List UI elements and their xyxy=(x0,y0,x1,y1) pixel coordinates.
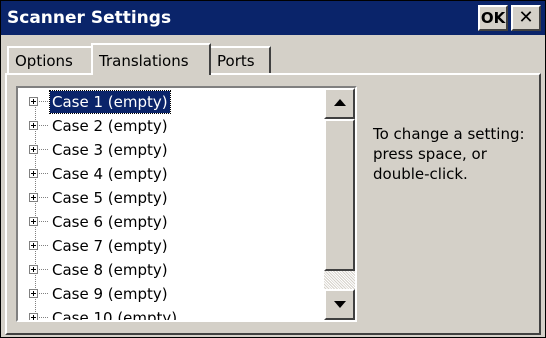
tree-item[interactable]: Case 4 (empty) xyxy=(18,163,324,187)
expand-icon[interactable] xyxy=(29,241,38,250)
close-button[interactable]: ✕ xyxy=(511,5,541,31)
tree-item-label[interactable]: Case 4 (empty) xyxy=(50,163,170,185)
tree-item[interactable]: Case 2 (empty) xyxy=(18,115,324,139)
tab-strip: Options Translations Ports xyxy=(1,35,545,75)
tab-ports-label: Ports xyxy=(217,52,255,70)
scroll-track[interactable] xyxy=(324,271,355,289)
scroll-up-button[interactable] xyxy=(324,88,355,119)
tree-item-label[interactable]: Case 3 (empty) xyxy=(50,139,170,161)
arrow-down-icon xyxy=(334,301,346,308)
tree-branch-line xyxy=(39,197,48,198)
tree-branch-line xyxy=(39,149,48,150)
tab-ports[interactable]: Ports xyxy=(209,46,271,73)
expand-icon[interactable] xyxy=(29,169,38,178)
expand-icon[interactable] xyxy=(29,121,38,130)
window-title: Scanner Settings xyxy=(7,8,172,28)
tree-item-label[interactable]: Case 8 (empty) xyxy=(50,259,170,281)
tree-item[interactable]: Case 7 (empty) xyxy=(18,235,324,259)
tree-item-label[interactable]: Case 6 (empty) xyxy=(50,211,170,233)
tree-item-label[interactable]: Case 9 (empty) xyxy=(50,283,170,305)
tree-branch-line xyxy=(39,101,48,102)
tree-item[interactable]: Case 1 (empty) xyxy=(18,90,324,115)
tree-branch-line xyxy=(39,269,48,270)
expand-icon[interactable] xyxy=(29,97,38,106)
expand-icon[interactable] xyxy=(29,145,38,154)
arrow-up-icon xyxy=(334,99,346,106)
tree-branch-line xyxy=(39,173,48,174)
tree-branch-line xyxy=(39,245,48,246)
scroll-thumb[interactable] xyxy=(324,119,355,271)
ok-button[interactable]: OK xyxy=(478,5,508,31)
tab-translations-label: Translations xyxy=(99,52,189,70)
tab-options-label: Options xyxy=(15,52,73,70)
vertical-scrollbar[interactable] xyxy=(324,88,355,320)
expand-icon[interactable] xyxy=(29,265,38,274)
tree-item[interactable]: Case 3 (empty) xyxy=(18,139,324,163)
tab-options[interactable]: Options xyxy=(7,46,93,73)
expand-icon[interactable] xyxy=(29,289,38,298)
tree-item-label[interactable]: Case 10 (empty) xyxy=(50,307,179,320)
help-text: To change a setting: press space, or dou… xyxy=(373,125,525,183)
tree-item[interactable]: Case 10 (empty) xyxy=(18,307,324,320)
tree-item[interactable]: Case 8 (empty) xyxy=(18,259,324,283)
translation-tree[interactable]: Case 1 (empty) Case 2 (empty) Case 3 (em… xyxy=(16,86,357,322)
tree-content: Case 1 (empty) Case 2 (empty) Case 3 (em… xyxy=(18,88,324,320)
tree-item-label[interactable]: Case 5 (empty) xyxy=(50,187,170,209)
tree-item-label[interactable]: Case 2 (empty) xyxy=(50,115,170,137)
expand-icon[interactable] xyxy=(29,313,38,320)
tree-branch-line xyxy=(39,221,48,222)
tree-item[interactable]: Case 6 (empty) xyxy=(18,211,324,235)
scroll-down-button[interactable] xyxy=(324,289,355,320)
tree-branch-line xyxy=(39,293,48,294)
tree-branch-line xyxy=(39,125,48,126)
expand-icon[interactable] xyxy=(29,217,38,226)
tree-item[interactable]: Case 9 (empty) xyxy=(18,283,324,307)
expand-icon[interactable] xyxy=(29,193,38,202)
tree-item-label[interactable]: Case 1 (empty) xyxy=(49,90,171,114)
tree-branch-line xyxy=(39,317,48,318)
tab-translations[interactable]: Translations xyxy=(91,43,211,75)
tree-item-label[interactable]: Case 7 (empty) xyxy=(50,235,170,257)
tree-item[interactable]: Case 5 (empty) xyxy=(18,187,324,211)
title-bar: Scanner Settings OK ✕ xyxy=(1,1,545,35)
